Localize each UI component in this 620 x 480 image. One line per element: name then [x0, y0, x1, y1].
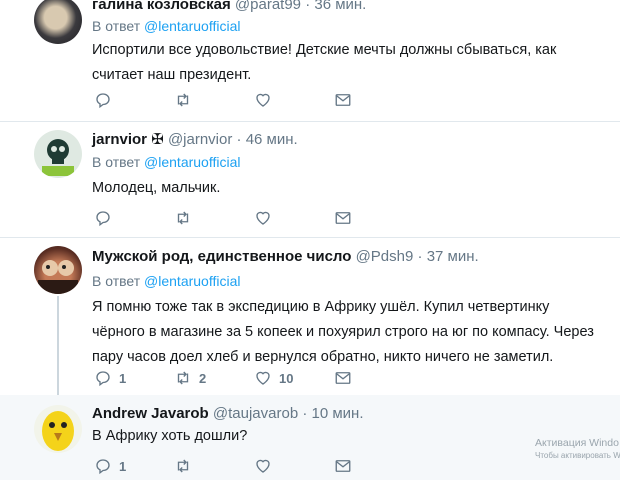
tweet-header: Мужской род, единственное число @Pdsh9 ·…: [92, 248, 479, 265]
tweet-text: В Африку хоть дошли?: [92, 428, 248, 444]
replying-to-label: В ответ: [92, 154, 141, 170]
tweet-actions: 1: [92, 457, 392, 479]
avatar[interactable]: [34, 0, 82, 44]
skull-icon: [42, 139, 74, 176]
mention-link[interactable]: @lentaruofficial: [144, 273, 240, 289]
windows-activation-watermark: Активация Windo: [535, 437, 619, 449]
reply-icon: [96, 93, 110, 109]
reply-button[interactable]: [94, 209, 119, 227]
envelope-icon: [335, 372, 351, 384]
envelope-icon: [335, 212, 351, 224]
puppet-icon: [38, 260, 78, 294]
reply-button[interactable]: [94, 91, 119, 109]
tweet[interactable]: галина козловская @parat99 · 36 мин. В о…: [0, 0, 620, 122]
author-name[interactable]: галина козловская: [92, 0, 231, 13]
retweet-count: 2: [199, 370, 207, 386]
timestamp[interactable]: 46 мин.: [246, 131, 298, 148]
mention-link[interactable]: @lentaruofficial: [144, 154, 240, 170]
author-handle[interactable]: @jarnvior: [168, 131, 232, 148]
replying-to: В ответ @lentaruofficial: [92, 18, 240, 34]
heart-icon: [256, 371, 270, 385]
like-button[interactable]: 10: [254, 369, 293, 387]
mention-link[interactable]: @lentaruofficial: [144, 18, 240, 34]
tweet-actions: [92, 209, 392, 231]
thread-connector: [57, 296, 59, 395]
tweet[interactable]: Мужской род, единственное число @Pdsh9 ·…: [0, 238, 620, 395]
tweet-actions: [92, 91, 392, 113]
avatar[interactable]: [34, 405, 82, 453]
envelope-icon: [335, 460, 351, 472]
replying-to: В ответ @lentaruofficial: [92, 154, 240, 170]
tweet-text: Я помню тоже так в экспедицию в Африку у…: [92, 299, 594, 365]
author-name[interactable]: Andrew Javarob: [92, 405, 209, 422]
like-button[interactable]: [254, 457, 279, 475]
tweet-text: Испортили все удовольствие! Детские мечт…: [92, 42, 557, 83]
retweet-button[interactable]: [174, 91, 199, 109]
author-handle[interactable]: @parat99: [235, 0, 301, 13]
retweet-button[interactable]: [174, 457, 199, 475]
timestamp[interactable]: 37 мин.: [427, 248, 479, 265]
heart-icon: [256, 459, 270, 473]
envelope-icon: [335, 94, 351, 106]
tweet-header: jarnvior ✠ @jarnvior · 46 мин.: [92, 131, 298, 148]
bird-icon: [42, 411, 74, 451]
heart-icon: [256, 211, 270, 225]
direct-message-button[interactable]: [334, 91, 352, 109]
replying-to: В ответ @lentaruofficial: [92, 273, 240, 289]
heart-icon: [256, 93, 270, 107]
reply-icon: [96, 371, 110, 387]
author-name[interactable]: Мужской род, единственное число: [92, 248, 351, 265]
reply-count: 1: [119, 458, 127, 474]
avatar[interactable]: [34, 246, 82, 294]
retweet-button[interactable]: [174, 209, 199, 227]
retweet-icon: [177, 211, 189, 225]
reply-button[interactable]: 1: [94, 369, 126, 387]
direct-message-button[interactable]: [334, 209, 352, 227]
retweet-button[interactable]: 2: [174, 369, 206, 387]
avatar[interactable]: [34, 130, 82, 178]
retweet-icon: [177, 93, 189, 107]
like-button[interactable]: [254, 91, 279, 109]
reply-count: 1: [119, 370, 127, 386]
tweet[interactable]: jarnvior ✠ @jarnvior · 46 мин. В ответ @…: [0, 122, 620, 238]
reply-icon: [96, 459, 110, 475]
tweet-text: Молодец, мальчик.: [92, 180, 221, 196]
replying-to-label: В ответ: [92, 18, 141, 34]
timestamp[interactable]: 10 мин.: [312, 405, 364, 422]
reply-icon: [96, 211, 110, 227]
author-handle[interactable]: @taujavarob: [213, 405, 298, 422]
reply-button[interactable]: 1: [94, 457, 126, 475]
tweet-header: Andrew Javarob @taujavarob · 10 мин.: [92, 405, 364, 422]
windows-activation-subtext: Чтобы активировать Windows: [535, 451, 620, 460]
direct-message-button[interactable]: [334, 457, 352, 475]
retweet-icon: [177, 371, 189, 385]
tweet[interactable]: Andrew Javarob @taujavarob · 10 мин. В А…: [0, 395, 620, 480]
timestamp[interactable]: 36 мин.: [314, 0, 366, 13]
like-button[interactable]: [254, 209, 279, 227]
direct-message-button[interactable]: [334, 369, 352, 387]
tweet-actions: 1 2 10: [92, 369, 392, 391]
author-name[interactable]: jarnvior ✠: [92, 131, 164, 148]
replying-to-label: В ответ: [92, 273, 141, 289]
author-handle[interactable]: @Pdsh9: [356, 248, 414, 265]
retweet-icon: [177, 459, 189, 473]
tweet-header: галина козловская @parat99 · 36 мин.: [92, 0, 366, 13]
like-count: 10: [279, 370, 294, 386]
